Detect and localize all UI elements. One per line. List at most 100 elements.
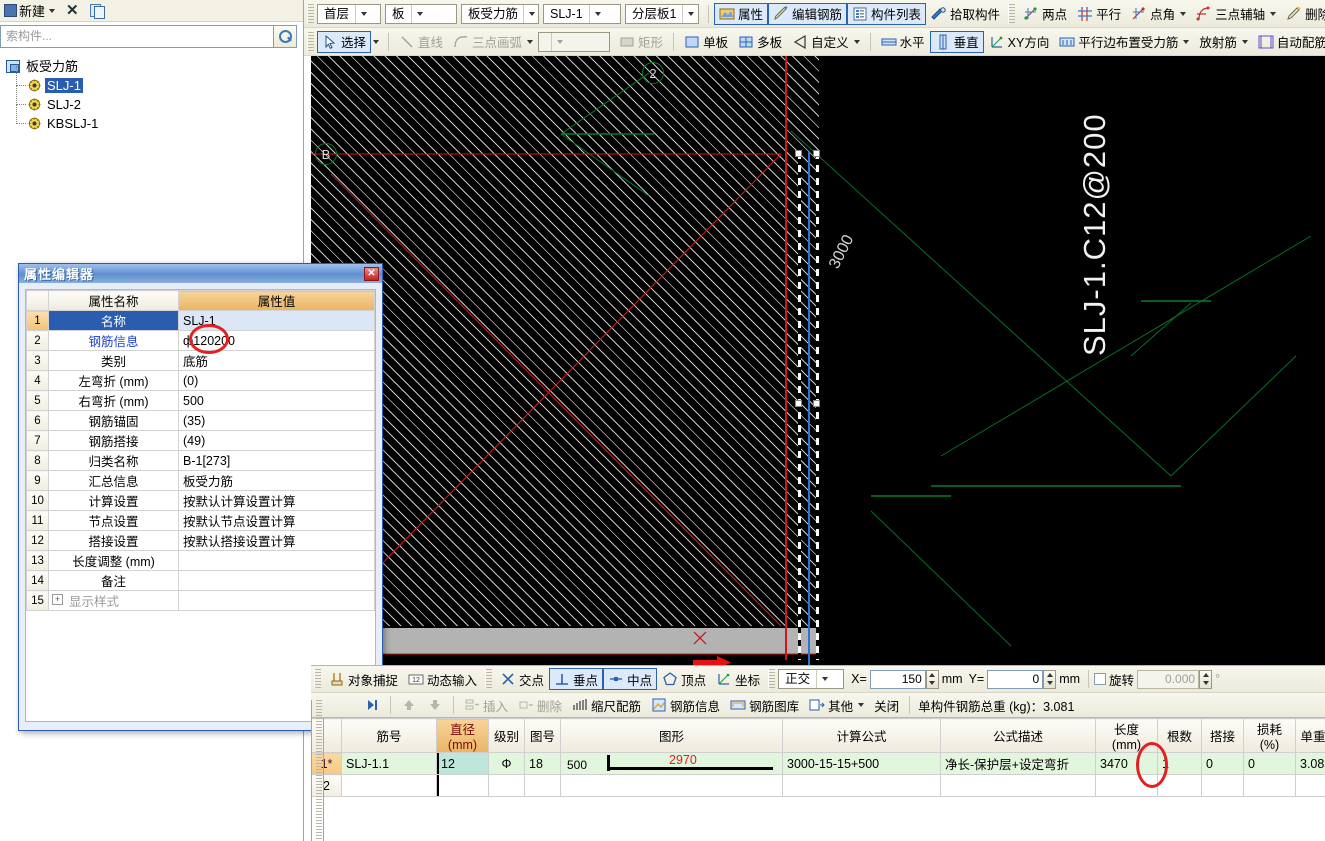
table-row[interactable]: 2: [311, 774, 1325, 797]
properties-button[interactable]: 属性: [714, 2, 769, 25]
midpoint-snap-button[interactable]: 中点: [603, 668, 658, 690]
multi-slab-button[interactable]: 多板: [733, 31, 787, 53]
chevron-down-icon[interactable]: [816, 670, 831, 688]
select-button[interactable]: 选择: [317, 30, 372, 53]
property-row[interactable]: 15 + 显示样式: [26, 590, 375, 611]
cell-diameter[interactable]: [436, 774, 489, 797]
property-row[interactable]: 12 搭接设置 按默认搭接设置计算: [26, 530, 375, 551]
rotate-checkbox[interactable]: [1094, 673, 1107, 685]
property-value[interactable]: [178, 590, 375, 611]
component-type-combo[interactable]: 板受力筋: [461, 3, 539, 24]
ortho-combo[interactable]: 正交: [778, 669, 845, 689]
three-point-aux-axis-button[interactable]: 三点辅轴: [1191, 3, 1281, 25]
col-lap[interactable]: 搭接: [1201, 718, 1244, 753]
move-down-button[interactable]: [422, 694, 448, 716]
chevron-down-icon[interactable]: [410, 4, 426, 23]
coordinate-snap-button[interactable]: 坐标: [711, 668, 765, 690]
property-row[interactable]: 14 备注: [26, 570, 375, 591]
cell-weight[interactable]: [1295, 774, 1325, 797]
col-formula[interactable]: 计算公式: [782, 718, 941, 753]
property-row[interactable]: 5 右弯折 (mm) 500: [26, 390, 375, 411]
toolbar-grip[interactable]: [1008, 3, 1016, 24]
property-value[interactable]: 按默认节点设置计算: [178, 510, 375, 531]
chevron-down-icon[interactable]: [523, 4, 538, 23]
y-input[interactable]: 0: [987, 669, 1044, 689]
property-row[interactable]: 4 左弯折 (mm) (0): [26, 370, 375, 391]
dynamic-input-button[interactable]: 12 动态输入: [403, 668, 482, 690]
property-value[interactable]: [178, 570, 375, 591]
cell-count[interactable]: [1157, 774, 1202, 797]
property-value[interactable]: 500: [178, 390, 375, 411]
chevron-down-icon[interactable]: [682, 4, 697, 23]
property-value[interactable]: (0): [178, 370, 375, 391]
tree-item-slj-2[interactable]: SLJ-2: [16, 85, 303, 114]
property-row[interactable]: 3 类别 底筋: [26, 350, 375, 371]
col-length[interactable]: 长度 (mm): [1095, 718, 1158, 753]
radial-rebar-button[interactable]: 放射筋: [1194, 31, 1253, 53]
search-input[interactable]: 索构件...: [0, 25, 273, 48]
two-point-axis-button[interactable]: 两点: [1018, 3, 1072, 25]
axis-bubble-2[interactable]: 2: [642, 62, 664, 84]
property-editor-titlebar[interactable]: 属性编辑器 ✕: [19, 264, 382, 283]
property-row[interactable]: 9 汇总信息 板受力筋: [26, 470, 375, 491]
col-shape[interactable]: 图形: [560, 718, 783, 753]
expand-icon[interactable]: +: [52, 594, 63, 605]
x-stepper[interactable]: [925, 669, 939, 689]
move-up-button[interactable]: [396, 694, 422, 716]
cell-description[interactable]: 净长-保护层+设定弯折: [940, 752, 1096, 775]
chevron-down-icon[interactable]: [1241, 39, 1248, 44]
chevron-down-icon[interactable]: [551, 32, 566, 51]
delete-aux-axis-button[interactable]: 删除辅轴: [1281, 3, 1325, 25]
chevron-down-icon[interactable]: [49, 8, 56, 13]
tree-item-kbslj-1[interactable]: KBSLJ-1: [16, 104, 303, 133]
property-row[interactable]: 8 归类名称 B-1[273]: [26, 450, 375, 471]
chevron-down-icon[interactable]: [373, 39, 380, 44]
close-panel-button[interactable]: 关闭: [869, 694, 904, 716]
toolbar-grip[interactable]: [768, 669, 776, 689]
cell-diameter[interactable]: 12: [436, 752, 489, 775]
rotate-input[interactable]: 0.000: [1137, 669, 1200, 689]
axis-bubble-b[interactable]: B: [315, 143, 337, 165]
cell-formula[interactable]: [782, 774, 941, 797]
cell-loss[interactable]: 0: [1243, 752, 1296, 775]
three-point-arc-button[interactable]: 三点画弧: [448, 31, 538, 53]
property-value[interactable]: 按默认计算设置计算: [178, 490, 375, 511]
cell-grade[interactable]: Φ: [488, 752, 525, 775]
intersection-snap-button[interactable]: 交点: [495, 668, 549, 690]
nav-last-button[interactable]: [359, 694, 385, 716]
cell-formula[interactable]: 3000-15-15+500: [782, 752, 941, 775]
property-row[interactable]: 6 钢筋锚固 (35): [26, 410, 375, 431]
grip-handle-mid-right[interactable]: [813, 400, 820, 407]
auto-rebar-button[interactable]: 自动配筋: [1253, 31, 1325, 53]
drawing-canvas[interactable]: B 2 SLJ-1.C12@200 3000 A: [311, 56, 1325, 665]
col-loss[interactable]: 损耗 (%): [1243, 718, 1296, 753]
chevron-down-icon[interactable]: [355, 4, 370, 23]
tree-root-item[interactable]: 板受力筋: [6, 57, 303, 76]
rebar-detail-table-container[interactable]: 筋号 直径 (mm) 级别 图号 图形 计算公式 公式描述 长度 (mm) 根数…: [311, 718, 1325, 841]
property-editor-dialog[interactable]: 属性编辑器 ✕ 属性名称 属性值 1 名称 SLJ-1 2 钢筋信息 ф1202…: [18, 263, 383, 731]
col-weight[interactable]: 单重 (kg): [1295, 718, 1325, 753]
toolbar-grip[interactable]: [485, 669, 493, 689]
table-row[interactable]: 1* SLJ-1.1 12 Φ 18 500 2970 3000-15-15+5…: [311, 752, 1325, 775]
perpendicular-snap-button[interactable]: 垂点: [549, 668, 604, 690]
property-value[interactable]: B-1[273]: [178, 450, 375, 471]
tree-item-slj-1[interactable]: SLJ-1: [16, 66, 303, 95]
component-list-button[interactable]: 构件列表: [847, 2, 927, 25]
cell-tuhao[interactable]: 18: [524, 752, 561, 775]
col-count[interactable]: 根数: [1157, 718, 1202, 753]
search-button[interactable]: [273, 25, 297, 48]
rectangle-button[interactable]: 矩形: [614, 31, 668, 53]
grip-handle-top-right[interactable]: [813, 150, 820, 157]
toolbar-grip[interactable]: [307, 3, 314, 24]
cell-tuhao[interactable]: [524, 774, 561, 797]
close-icon[interactable]: ✕: [364, 266, 379, 281]
object-snap-button[interactable]: 对象捕捉: [324, 668, 403, 690]
grip-handle-mid[interactable]: [795, 400, 802, 407]
property-value[interactable]: 底筋: [178, 350, 375, 371]
line-button[interactable]: 直线: [394, 31, 448, 53]
cell-shape[interactable]: [560, 774, 783, 797]
xy-direction-button[interactable]: XY方向: [984, 31, 1055, 53]
property-value[interactable]: 板受力筋: [178, 470, 375, 491]
col-description[interactable]: 公式描述: [940, 718, 1096, 753]
property-value[interactable]: SLJ-1: [178, 310, 375, 331]
